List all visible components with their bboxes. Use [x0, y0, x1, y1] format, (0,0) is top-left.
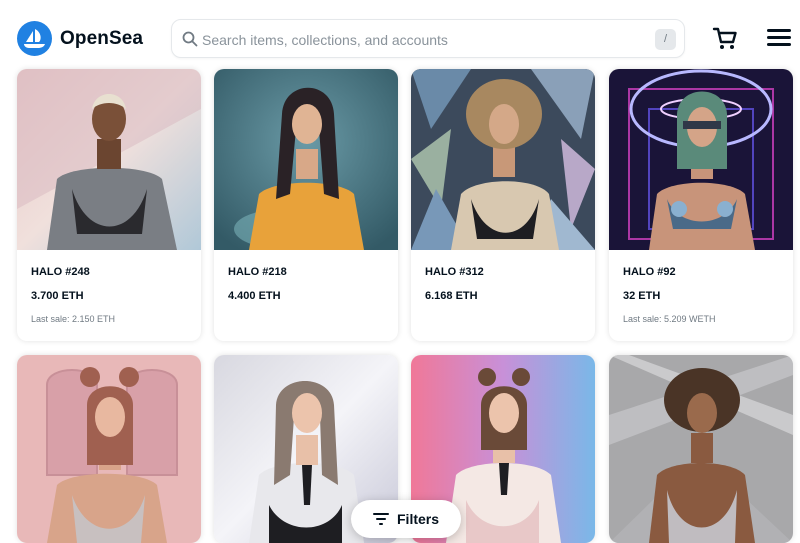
nft-price: 6.168 ETH — [425, 290, 478, 302]
brand-name[interactable]: OpenSea — [60, 28, 143, 50]
nft-image — [17, 355, 201, 543]
search-icon — [182, 31, 198, 47]
filter-icon — [373, 513, 389, 525]
nft-image — [17, 69, 201, 250]
nft-image — [411, 69, 595, 250]
nft-price: 32 ETH — [623, 290, 661, 302]
nft-card[interactable]: HALO #248 3.700 ETH Last sale: 2.150 ETH — [17, 69, 201, 341]
nft-card[interactable]: HALO #312 6.168 ETH — [411, 69, 595, 341]
filters-button[interactable]: Filters — [351, 500, 461, 538]
nft-last-sale: Last sale: 2.150 ETH — [31, 314, 116, 324]
search-bar[interactable]: Search items, collections, and accounts … — [171, 19, 685, 58]
nft-image — [609, 69, 793, 250]
nft-last-sale: Last sale: 5.209 WETH — [623, 314, 716, 324]
nft-info: HALO #92 32 ETH Last sale: 5.209 WETH — [609, 250, 793, 341]
nft-name: HALO #218 — [228, 266, 287, 278]
nft-info: HALO #248 3.700 ETH Last sale: 2.150 ETH — [17, 250, 201, 341]
nft-name: HALO #312 — [425, 266, 484, 278]
search-input[interactable]: Search items, collections, and accounts — [202, 32, 448, 48]
cart-icon[interactable] — [712, 26, 738, 52]
nft-price: 4.400 ETH — [228, 290, 281, 302]
nft-info: HALO #312 6.168 ETH — [411, 250, 595, 341]
nft-image — [214, 69, 398, 250]
hamburger-menu-icon[interactable] — [767, 28, 791, 48]
nft-info: HALO #218 4.400 ETH — [214, 250, 398, 341]
filters-label: Filters — [397, 511, 440, 527]
opensea-logo-icon[interactable] — [17, 21, 52, 56]
nft-card[interactable] — [17, 355, 201, 543]
nft-card[interactable]: HALO #92 32 ETH Last sale: 5.209 WETH — [609, 69, 793, 341]
nft-card[interactable]: HALO #218 4.400 ETH — [214, 69, 398, 341]
top-nav: OpenSea Search items, collections, and a… — [0, 0, 800, 66]
nft-name: HALO #92 — [623, 266, 676, 278]
nft-card[interactable] — [609, 355, 793, 543]
search-shortcut-badge: / — [655, 29, 676, 50]
nft-name: HALO #248 — [31, 266, 90, 278]
nft-image — [609, 355, 793, 543]
nft-price: 3.700 ETH — [31, 290, 84, 302]
